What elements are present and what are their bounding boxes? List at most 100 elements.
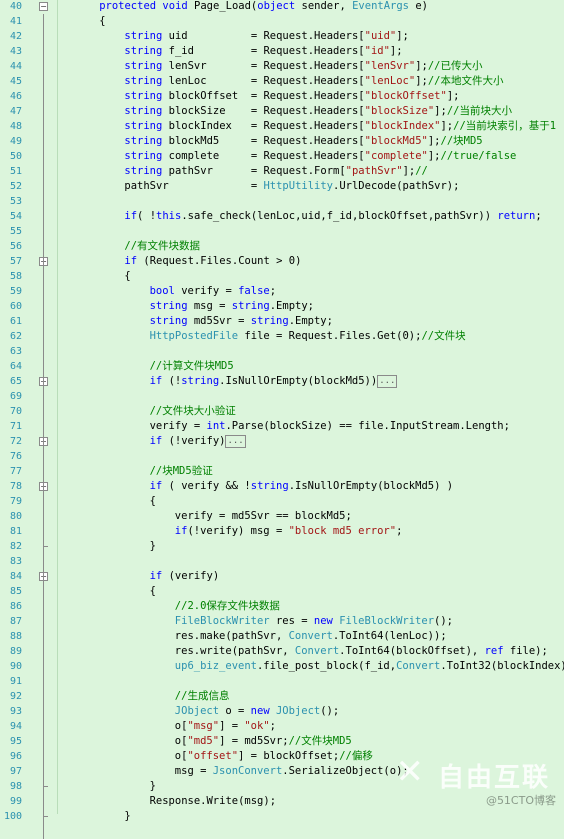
- code-line[interactable]: 60 string msg = string.Empty;: [0, 299, 564, 314]
- code-line[interactable]: 83: [0, 554, 564, 569]
- code-token: Convert: [396, 660, 441, 672]
- code-token: //已传大小: [427, 60, 483, 72]
- code-token: ];: [389, 45, 403, 57]
- code-line[interactable]: 79 {: [0, 494, 564, 509]
- code-line[interactable]: 61 string md5Svr = string.Empty;: [0, 314, 564, 329]
- code-text: if( !this.safe_check(lenLoc,uid,f_id,blo…: [124, 209, 541, 224]
- code-editor[interactable]: 40 − protected void Page_Load(object sende…: [0, 0, 564, 839]
- code-token: HttpPostedFile: [149, 330, 239, 342]
- code-line[interactable]: 53: [0, 194, 564, 209]
- code-token: }: [149, 780, 156, 792]
- code-line[interactable]: 95 o["md5"] = md5Svr;//文件块MD5: [0, 734, 564, 749]
- code-line[interactable]: 100}: [0, 809, 564, 824]
- code-line[interactable]: 69: [0, 389, 564, 404]
- line-number: 82: [9, 541, 22, 552]
- code-token: res =: [269, 615, 314, 627]
- code-line[interactable]: 56 //有文件块数据: [0, 239, 564, 254]
- collapse-icon[interactable]: −: [39, 2, 48, 11]
- code-line[interactable]: 77 //块MD5验证: [0, 464, 564, 479]
- code-token: .SerializeObject(o);: [282, 765, 409, 777]
- code-line[interactable]: 49 string blockMd5 = Request.Headers["blo…: [0, 134, 564, 149]
- code-token: //块MD5: [440, 135, 483, 147]
- code-line[interactable]: 52 pathSvr = HttpUtility.UrlDecode(pathSv…: [0, 179, 564, 194]
- line-number: 45: [9, 76, 22, 87]
- code-line[interactable]: 45 string lenLoc = Request.Headers["lenLo…: [0, 74, 564, 89]
- code-line[interactable]: 92 //生成信息: [0, 689, 564, 704]
- code-line[interactable]: 50 string complete = Request.Headers["com…: [0, 149, 564, 164]
- code-token: .ToInt64(blockOffset),: [339, 645, 485, 657]
- code-line[interactable]: 40 − protected void Page_Load(object sende…: [0, 0, 564, 14]
- code-token: if: [149, 375, 163, 387]
- code-line[interactable]: 86 //2.0保存文件块数据: [0, 599, 564, 614]
- code-line[interactable]: 41 {: [0, 14, 564, 29]
- code-line[interactable]: 62 HttpPostedFile file = Request.Files.Ge…: [0, 329, 564, 344]
- code-line[interactable]: 51 string pathSvr = Request.Form["pathSvr…: [0, 164, 564, 179]
- code-line[interactable]: 78−if ( verify && !string.IsNullOrEmpty(…: [0, 479, 564, 494]
- code-token: JObject: [275, 705, 321, 717]
- code-line[interactable]: 81 if(!verify) msg = "block md5 error";: [0, 524, 564, 539]
- code-line[interactable]: 71 verify = int.Parse(blockSize) == file.…: [0, 419, 564, 434]
- line-number: 91: [9, 676, 22, 687]
- code-line[interactable]: 76: [0, 449, 564, 464]
- code-text: }: [124, 809, 130, 824]
- code-line[interactable]: 46 string blockOffset = Request.Headers["…: [0, 89, 564, 104]
- code-token: //有文件块数据: [124, 240, 201, 252]
- collapsed-region-button[interactable]: ...: [225, 435, 246, 448]
- code-token: .Empty;: [288, 315, 333, 327]
- code-token: //生成信息: [174, 690, 230, 702]
- code-line[interactable]: 64 //计算文件块MD5: [0, 359, 564, 374]
- code-line[interactable]: 93 JObject o = new JObject();: [0, 704, 564, 719]
- code-line[interactable]: 43 string f_id = Request.Headers["id"];: [0, 44, 564, 59]
- code-line[interactable]: 57−if (Request.Files.Count > 0): [0, 254, 564, 269]
- code-token: .ToInt64(lenLoc));: [332, 630, 447, 642]
- code-line[interactable]: 84−if (verify): [0, 569, 564, 584]
- code-line[interactable]: 47 string blockSize = Request.Headers["bl…: [0, 104, 564, 119]
- code-line[interactable]: 58 {: [0, 269, 564, 284]
- code-text: {: [150, 494, 156, 509]
- code-text: //文件块大小验证: [150, 404, 236, 419]
- code-line[interactable]: 48 string blockIndex = Request.Headers["b…: [0, 119, 564, 134]
- fold-end-tick: [43, 816, 48, 817]
- code-line[interactable]: 88 res.make(pathSvr, Convert.ToInt64(lenL…: [0, 629, 564, 644]
- code-token: ();: [434, 615, 453, 627]
- code-text: //计算文件块MD5: [150, 359, 234, 374]
- code-line[interactable]: 54 if( !this.safe_check(lenLoc,uid,f_id,b…: [0, 209, 564, 224]
- code-token: "pathSvr": [345, 165, 403, 177]
- code-token: ];: [440, 120, 454, 132]
- code-line[interactable]: 80 verify = md5Svr == blockMd5;: [0, 509, 564, 524]
- code-line[interactable]: 82}: [0, 539, 564, 554]
- code-token: Page_Load(: [187, 0, 258, 12]
- code-line[interactable]: 44 string lenSvr = Request.Headers["lenSv…: [0, 59, 564, 74]
- code-line[interactable]: 59 bool verify = false;: [0, 284, 564, 299]
- code-text: bool verify = false;: [150, 284, 276, 299]
- code-line[interactable]: 63: [0, 344, 564, 359]
- code-token: int: [206, 420, 226, 432]
- code-token: FileBlockWriter: [174, 615, 270, 627]
- code-line[interactable]: 72+if (!verify)...: [0, 434, 564, 449]
- code-line[interactable]: 90 up6_biz_event.file_post_block(f_id,Con…: [0, 659, 564, 674]
- code-line[interactable]: 94 o["msg"] = "ok";: [0, 719, 564, 734]
- code-line[interactable]: 89 res.write(pathSvr, Convert.ToInt64(blo…: [0, 644, 564, 659]
- line-number: 55: [9, 226, 22, 237]
- code-token: ];: [415, 60, 428, 72]
- code-token: //文件块MD5: [288, 735, 352, 747]
- line-number: 98: [9, 781, 22, 792]
- code-line[interactable]: 99 Response.Write(msg);: [0, 794, 564, 809]
- code-line[interactable]: 65+if (!string.IsNullOrEmpty(blockMd5)).…: [0, 374, 564, 389]
- collapsed-region-button[interactable]: ...: [377, 375, 398, 388]
- line-number: 57: [9, 256, 22, 267]
- code-line[interactable]: 55: [0, 224, 564, 239]
- line-number: 87: [9, 616, 22, 627]
- code-token: string: [231, 300, 270, 312]
- code-line[interactable]: 42 string uid = Request.Headers["uid"];: [0, 29, 564, 44]
- code-line[interactable]: 85 {: [0, 584, 564, 599]
- code-line[interactable]: 70 //文件块大小验证: [0, 404, 564, 419]
- code-token: ( !: [137, 210, 157, 222]
- line-number: 80: [9, 511, 22, 522]
- code-token: .Empty;: [269, 300, 314, 312]
- code-line[interactable]: 91: [0, 674, 564, 689]
- code-line[interactable]: 87 FileBlockWriter res = new FileBlockWri…: [0, 614, 564, 629]
- line-number: 51: [9, 166, 22, 177]
- line-number: 56: [9, 241, 22, 252]
- code-token: "blockIndex": [364, 120, 441, 132]
